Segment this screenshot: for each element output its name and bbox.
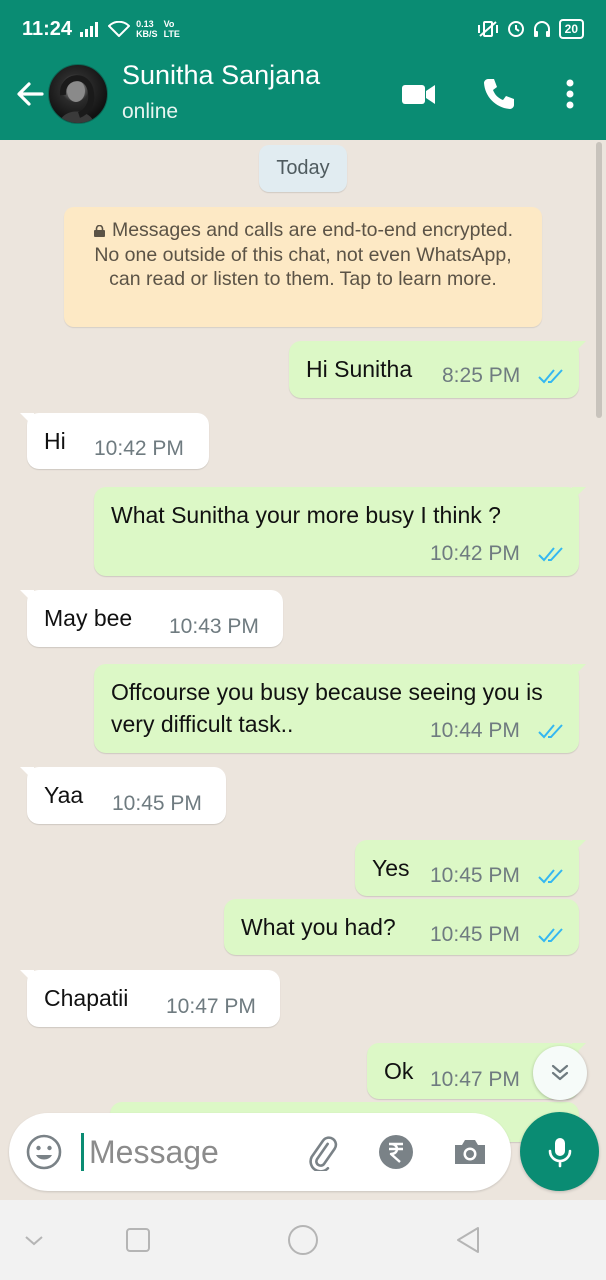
attach-icon[interactable] bbox=[303, 1133, 341, 1171]
bubble-tail bbox=[20, 413, 34, 427]
status-bar: 11:24 0.13 KB/S Vo LTE 20 bbox=[0, 0, 606, 58]
message-time: 10:44 PM bbox=[430, 719, 520, 742]
scrollbar-thumb[interactable] bbox=[596, 142, 602, 418]
contact-status: online bbox=[122, 100, 179, 123]
message-time: 10:47 PM bbox=[166, 995, 256, 1018]
bubble-tail bbox=[572, 341, 586, 355]
message-text: Chapatii bbox=[44, 985, 129, 1011]
bubble-tail bbox=[572, 664, 586, 678]
date-divider: Today bbox=[259, 145, 347, 192]
message-time: 8:25 PM bbox=[442, 364, 521, 387]
alarm-icon bbox=[507, 21, 524, 37]
message-bubble-incoming[interactable]: Yaa 10:45 PM bbox=[20, 767, 226, 824]
emoji-icon[interactable] bbox=[25, 1133, 63, 1171]
encryption-text: Messages and calls are end-to-end encryp… bbox=[94, 219, 514, 290]
bubble-tail bbox=[20, 767, 34, 781]
lock-icon bbox=[93, 225, 105, 237]
volte-label: Vo bbox=[163, 19, 175, 29]
message-bubble-outgoing[interactable]: What Sunitha your more busy I think ? 10… bbox=[94, 487, 586, 576]
bubble-tail bbox=[572, 840, 586, 854]
double-chevron-down-icon bbox=[551, 1064, 569, 1081]
message-input[interactable] bbox=[89, 1125, 289, 1179]
wifi-icon bbox=[108, 21, 131, 37]
message-bubble-incoming[interactable]: Chapatii 10:47 PM bbox=[20, 970, 280, 1027]
video-call-icon[interactable] bbox=[399, 74, 439, 114]
volte-badge: Vo LTE bbox=[164, 19, 180, 39]
message-time: 10:45 PM bbox=[430, 923, 520, 946]
message-bubble-outgoing[interactable]: Yes 10:45 PM bbox=[355, 840, 586, 896]
headphones-icon bbox=[533, 21, 550, 37]
back-nav-icon[interactable] bbox=[450, 1222, 486, 1258]
read-receipt-icon bbox=[538, 547, 563, 562]
rupee-payment-icon[interactable] bbox=[377, 1133, 415, 1171]
status-time: 11:24 bbox=[22, 17, 73, 40]
network-speed: 0.13 KB/S bbox=[136, 19, 158, 39]
bubble-tail bbox=[20, 590, 34, 604]
scroll-to-bottom-button[interactable] bbox=[533, 1046, 587, 1100]
net-speed-unit: KB/S bbox=[136, 29, 158, 39]
read-receipt-icon bbox=[538, 369, 563, 384]
message-bubble-outgoing[interactable]: Hi Sunitha 8:25 PM bbox=[289, 341, 586, 398]
message-time: 10:42 PM bbox=[94, 437, 184, 460]
message-text: Yes bbox=[372, 855, 410, 881]
camera-icon[interactable] bbox=[451, 1133, 489, 1171]
message-bubble-incoming[interactable]: Hi 10:42 PM bbox=[20, 413, 209, 469]
voice-call-icon[interactable] bbox=[479, 74, 519, 114]
home-icon[interactable] bbox=[285, 1222, 321, 1258]
chat-header: Sunitha Sanjana online bbox=[0, 58, 606, 140]
battery-indicator: 20 bbox=[558, 19, 584, 39]
message-time: 10:42 PM bbox=[430, 542, 520, 565]
contact-name[interactable]: Sunitha Sanjana bbox=[122, 60, 320, 91]
text-cursor bbox=[81, 1133, 84, 1171]
net-speed-value: 0.13 bbox=[136, 19, 154, 29]
message-bubble-incoming[interactable]: May bee 10:43 PM bbox=[20, 590, 283, 647]
back-arrow-icon[interactable] bbox=[12, 76, 48, 112]
message-bubble-outgoing[interactable]: What you had? 10:45 PM bbox=[224, 899, 579, 955]
recent-apps-icon[interactable] bbox=[120, 1222, 156, 1258]
message-time: 10:45 PM bbox=[112, 792, 202, 815]
message-text: Yaa bbox=[44, 782, 84, 808]
read-receipt-icon bbox=[538, 869, 563, 884]
contact-avatar[interactable] bbox=[48, 64, 108, 124]
vibrate-icon bbox=[477, 21, 498, 37]
message-time: 10:47 PM bbox=[430, 1068, 520, 1091]
avatar-photo bbox=[59, 75, 95, 123]
message-text: What Sunitha your more busy I think ? bbox=[111, 502, 501, 528]
read-receipt-icon bbox=[538, 928, 563, 943]
message-text: May bee bbox=[44, 605, 133, 631]
chat-area[interactable]: Today Messages and calls are end-to-end … bbox=[0, 140, 606, 1200]
read-receipt-icon bbox=[538, 724, 563, 739]
signal-icon bbox=[80, 22, 99, 37]
message-text: What you had? bbox=[241, 914, 396, 940]
bubble-tail bbox=[572, 487, 586, 501]
system-nav-bar bbox=[0, 1200, 606, 1280]
nav-collapse-icon[interactable] bbox=[16, 1222, 52, 1258]
message-text: Ok bbox=[384, 1058, 414, 1084]
lte-label: LTE bbox=[163, 29, 180, 39]
message-bubble-outgoing[interactable]: Offcourse you busy because seeing you is… bbox=[94, 664, 586, 753]
message-composer bbox=[9, 1113, 511, 1191]
message-time: 10:45 PM bbox=[430, 864, 520, 887]
encryption-notice[interactable]: Messages and calls are end-to-end encryp… bbox=[64, 207, 542, 327]
mic-icon bbox=[548, 1137, 571, 1167]
message-text: Hi Sunitha bbox=[306, 356, 413, 382]
mic-button[interactable] bbox=[520, 1112, 599, 1191]
message-time: 10:43 PM bbox=[169, 615, 259, 638]
more-vert-icon[interactable] bbox=[550, 74, 590, 114]
message-text: Hi bbox=[44, 428, 66, 454]
bubble-tail bbox=[20, 970, 34, 984]
